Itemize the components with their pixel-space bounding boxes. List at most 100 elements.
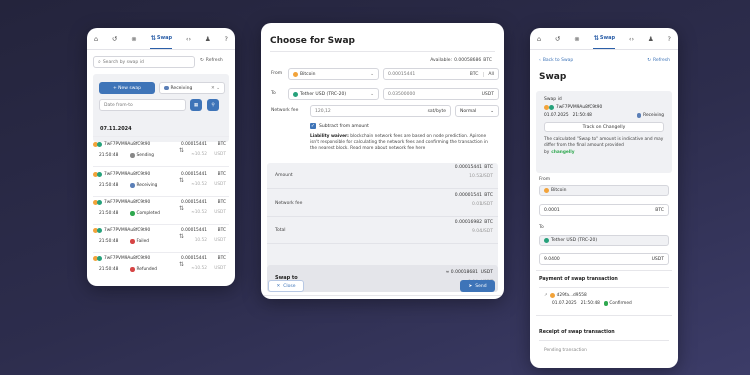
chevron-down-icon: ⌄ bbox=[370, 91, 374, 97]
user-icon: ♟ bbox=[647, 34, 654, 43]
summary-btc-unit: BTC bbox=[484, 193, 493, 198]
send-icon: ➤ bbox=[468, 283, 473, 289]
btc-amount: 0.00015441 bbox=[181, 200, 207, 205]
tab-history[interactable]: ↺ bbox=[112, 28, 117, 49]
to-amount-value: 0.03500000 bbox=[388, 91, 416, 97]
refresh-icon: ↻ bbox=[200, 58, 204, 63]
tab-history[interactable]: ↺ bbox=[555, 28, 560, 49]
swap-time: 21:50:48 bbox=[99, 267, 119, 272]
choose-swap-dialog: Choose for Swap Available: 0.00058686 BT… bbox=[261, 23, 504, 299]
status-badge: Failed bbox=[130, 239, 149, 244]
tab-swap[interactable]: ⇅ Swap bbox=[150, 28, 173, 49]
to-coin: Tether USD (TRC-20) bbox=[551, 238, 598, 243]
tab-home[interactable]: ⌂ bbox=[94, 28, 98, 49]
tab-code[interactable]: ‹› bbox=[186, 28, 191, 49]
status-badge: Receiving bbox=[130, 183, 157, 188]
date-range-input[interactable]: Date from-to bbox=[99, 99, 186, 111]
send-button[interactable]: ➤ Send bbox=[460, 280, 495, 292]
from-amount-value: 0.00015441 bbox=[388, 71, 416, 77]
swap-id: 7wF7PVM9Au8fC9t90 bbox=[104, 172, 151, 177]
filter-clear-icon[interactable]: ✕ ⌄ bbox=[211, 86, 220, 91]
swap-arrows-icon: ⇅ bbox=[179, 233, 185, 240]
summary-btc-unit: BTC bbox=[484, 165, 493, 170]
subtract-checkbox[interactable]: ✓ Subtract from amount bbox=[310, 123, 369, 129]
from-coin-select[interactable]: Bitcoin ⌄ bbox=[288, 68, 379, 80]
tab-help[interactable]: ? bbox=[225, 28, 228, 49]
chevron-down-icon: ⌄ bbox=[490, 108, 494, 114]
refresh-button[interactable]: ↻ Refresh bbox=[647, 58, 670, 63]
receiving-icon bbox=[164, 85, 169, 91]
from-label: From bbox=[271, 71, 283, 76]
nav-tabs: ⌂ ↺ ⊗ ⇅ Swap ‹› ♟ ? bbox=[530, 28, 678, 50]
tether-icon bbox=[97, 228, 102, 233]
available-unit: BTC bbox=[483, 58, 492, 63]
outgoing-icon: ↗ bbox=[544, 293, 548, 298]
subtract-label: Subtract from amount bbox=[319, 123, 369, 129]
summary-btc-value: 0.00001541 bbox=[454, 193, 482, 198]
send-label: Send bbox=[475, 283, 487, 289]
all-button[interactable]: All bbox=[483, 71, 494, 77]
tag-icon: ⊗ bbox=[574, 34, 580, 43]
help-icon: ? bbox=[667, 34, 671, 43]
payment-tx-row[interactable]: ↗ d29fa...d9558 bbox=[544, 293, 587, 298]
tab-code[interactable]: ‹› bbox=[629, 28, 634, 49]
from-unit: BTC bbox=[655, 207, 664, 213]
to-coin-select[interactable]: Tether USD (TRC-20) ⌄ bbox=[288, 88, 379, 100]
btc-amount: 0.00015441 bbox=[181, 256, 207, 261]
status-badge: Sending bbox=[130, 153, 154, 158]
history-icon: ↺ bbox=[111, 34, 118, 43]
swap-to-unit: USDT bbox=[480, 270, 493, 275]
tab-account[interactable]: ♟ bbox=[648, 28, 654, 49]
back-label: Back to Swap bbox=[542, 58, 574, 63]
table-row[interactable]: 7wF7PVM9Au8fC9t90 21:50:48 Completed ⇅ 0.000… bbox=[93, 198, 229, 222]
swap-time: 21:50:48 bbox=[99, 183, 119, 188]
code-icon: ‹› bbox=[185, 34, 192, 43]
status-icon bbox=[130, 267, 135, 272]
from-amount-input[interactable]: 0.00015441 BTC All bbox=[383, 68, 499, 80]
table-row[interactable]: 7wF7PVM9Au8fC9t90 21:50:48 Failed ⇅ 0.000154… bbox=[93, 226, 229, 250]
fee-input[interactable]: 120,12 sat/byte bbox=[310, 105, 451, 117]
swap-time: 21:50:48 bbox=[99, 153, 119, 158]
tab-tags[interactable]: ⊗ bbox=[131, 28, 136, 49]
usdt-amount: ≈10.52 bbox=[191, 210, 207, 215]
status-filter-select[interactable]: Receiving ✕ ⌄ bbox=[159, 82, 225, 94]
tag-icon: ⊗ bbox=[131, 34, 137, 43]
table-row[interactable]: 7wF7PVM9Au8fC9t90 21:50:48 Refunded ⇅ 0.0001… bbox=[93, 254, 229, 278]
swap-arrows-icon: ⇅ bbox=[179, 205, 185, 212]
calendar-button[interactable]: ▦ bbox=[190, 99, 202, 111]
filter-button[interactable]: ⚲ bbox=[207, 99, 219, 111]
receiving-icon bbox=[636, 113, 642, 118]
tab-account[interactable]: ♟ bbox=[205, 28, 211, 49]
track-changelly-button[interactable]: Track on Changelly bbox=[544, 122, 664, 132]
to-amount-input[interactable]: 0.03500000 USDT bbox=[383, 88, 499, 100]
swap-to-value: ≈ 0.00018681 bbox=[445, 270, 478, 275]
search-input[interactable]: ⌕ Search by swap id bbox=[93, 56, 195, 68]
swap-time: 21:50:48 bbox=[99, 211, 119, 216]
swap-arrows-icon: ⇅ bbox=[179, 261, 185, 268]
tab-home[interactable]: ⌂ bbox=[537, 28, 541, 49]
status-icon bbox=[130, 153, 135, 158]
tab-help[interactable]: ? bbox=[668, 28, 671, 49]
back-link[interactable]: ‹ Back to Swap bbox=[539, 58, 573, 63]
tab-tags[interactable]: ⊗ bbox=[574, 28, 579, 49]
to-amount: 9.0400 bbox=[544, 256, 560, 262]
swap-time: 21:50:48 bbox=[99, 239, 119, 244]
close-button[interactable]: ✕ Close bbox=[268, 280, 304, 292]
tab-swap[interactable]: ⇅ Swap bbox=[593, 28, 616, 49]
to-coin-value: Tether USD (TRC-20) bbox=[300, 91, 347, 97]
refresh-label: Refresh bbox=[653, 58, 670, 63]
fee-mode-select[interactable]: Normal ⌄ bbox=[455, 105, 499, 117]
dialog-title: Choose for Swap bbox=[270, 36, 355, 46]
date-placeholder: Date from-to bbox=[104, 102, 133, 108]
usdt-unit: USDT bbox=[214, 238, 226, 243]
history-icon: ↺ bbox=[554, 34, 561, 43]
swap-detail-panel: ⌂ ↺ ⊗ ⇅ Swap ‹› ♟ ? ‹ Back to Swap ↻ Refres… bbox=[530, 28, 678, 368]
usdt-unit: USDT bbox=[214, 210, 226, 215]
table-row[interactable]: 7wF7PVM9Au8fC9t90 21:50:48 Receiving ⇅ 0.000… bbox=[93, 170, 229, 194]
available-balance: Available: 0.00058686 BTC bbox=[430, 58, 492, 63]
new-swap-button[interactable]: + New swap bbox=[99, 82, 155, 94]
refresh-button[interactable]: ↻ Refresh bbox=[200, 58, 223, 63]
tether-icon bbox=[97, 200, 102, 205]
divider bbox=[267, 216, 498, 217]
table-row[interactable]: 7wF7PVM9Au8fC9t90 21:50:48 Sending ⇅ 0.00015… bbox=[93, 140, 229, 164]
